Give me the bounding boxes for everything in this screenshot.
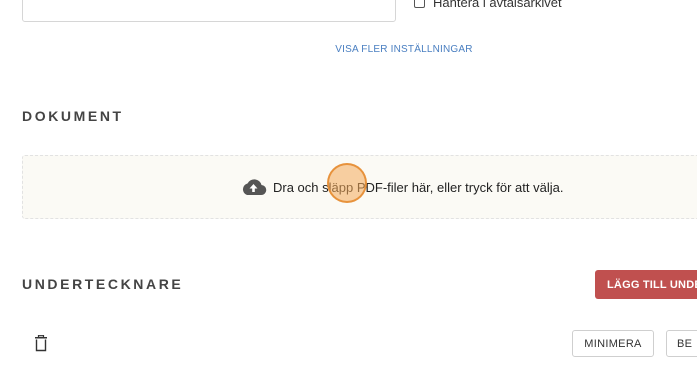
text-input-field[interactable] <box>22 0 396 22</box>
dropzone-text: Dra och släpp PDF-filer här, eller tryck… <box>273 179 564 195</box>
partial-button[interactable]: BE <box>666 330 697 357</box>
dropzone-content[interactable]: Dra och släpp PDF-filer här, eller tryck… <box>240 178 563 196</box>
archive-checkbox-row[interactable]: Hantera i avtalsarkivet <box>414 0 562 10</box>
cloud-upload-icon <box>242 179 267 196</box>
archive-checkbox-label: Hantera i avtalsarkivet <box>433 0 562 10</box>
trash-icon[interactable] <box>34 335 48 352</box>
click-indicator <box>327 163 367 203</box>
show-more-settings-link[interactable]: VISA FLER INSTÄLLNINGAR <box>0 44 697 55</box>
page: Hantera i avtalsarkivet VISA FLER INSTÄL… <box>0 0 697 381</box>
signers-heading: UNDERTECKNARE <box>22 276 184 292</box>
archive-checkbox[interactable] <box>414 0 425 8</box>
minimize-button[interactable]: MINIMERA <box>572 330 654 357</box>
add-signer-button[interactable]: LÄGG TILL UNDE <box>595 270 697 299</box>
documents-heading: DOKUMENT <box>22 108 124 124</box>
